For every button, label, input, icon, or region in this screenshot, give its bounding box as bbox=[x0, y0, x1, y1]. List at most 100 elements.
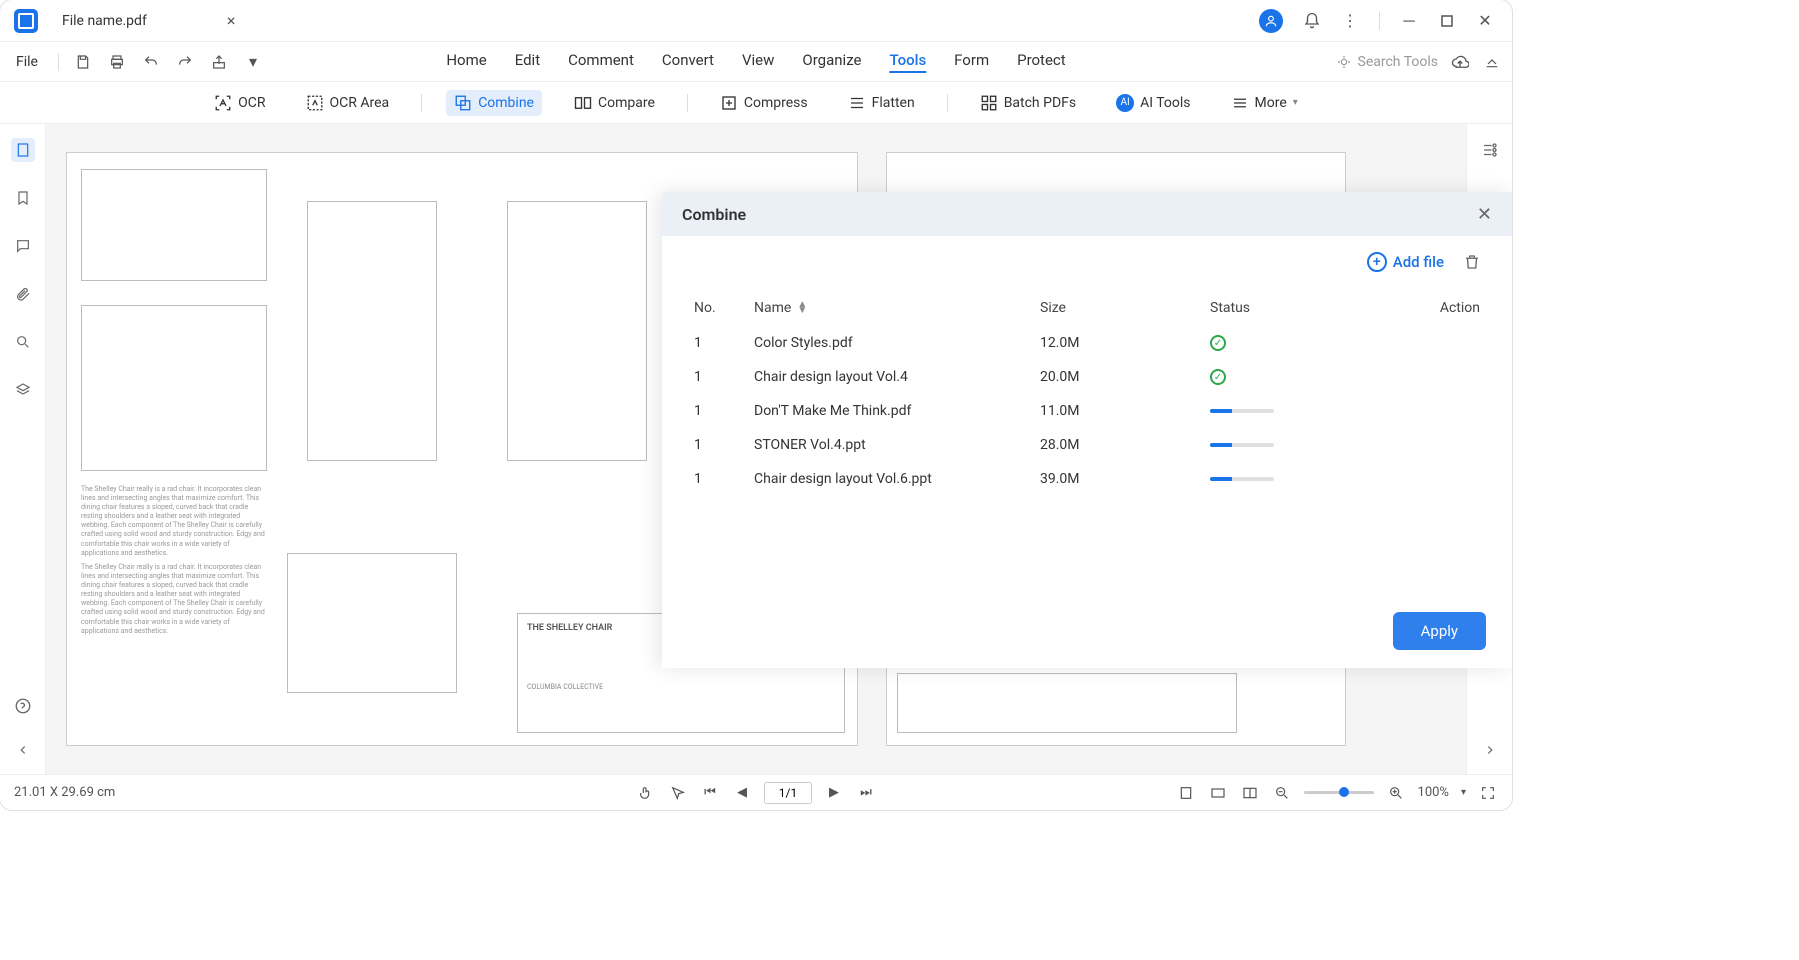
save-icon[interactable] bbox=[73, 52, 93, 72]
tab-edit[interactable]: Edit bbox=[515, 51, 540, 73]
comments-icon[interactable] bbox=[11, 234, 35, 258]
zoom-slider-thumb[interactable] bbox=[1339, 787, 1349, 797]
file-menu[interactable]: File bbox=[10, 54, 44, 70]
tab-protect[interactable]: Protect bbox=[1017, 51, 1066, 73]
cell-no: 1 bbox=[694, 471, 754, 487]
more-button[interactable]: More ▾ bbox=[1223, 90, 1306, 116]
document-tab[interactable]: File name.pdf × bbox=[50, 7, 247, 34]
more-icon bbox=[1231, 94, 1249, 112]
cell-status bbox=[1210, 477, 1410, 481]
collapse-ribbon-icon[interactable] bbox=[1482, 52, 1502, 72]
ocr-button[interactable]: OCR bbox=[206, 90, 273, 116]
first-page-icon[interactable]: ⏮ bbox=[700, 783, 720, 803]
ocr-area-button[interactable]: OCR Area bbox=[298, 90, 398, 116]
ai-tools-button[interactable]: AI AI Tools bbox=[1108, 90, 1198, 116]
delete-all-icon[interactable] bbox=[1460, 250, 1484, 274]
attachments-icon[interactable] bbox=[11, 282, 35, 306]
plus-circle-icon: + bbox=[1367, 252, 1387, 272]
close-tab-icon[interactable]: × bbox=[227, 11, 236, 30]
header-no: No. bbox=[694, 300, 754, 316]
cell-no: 1 bbox=[694, 369, 754, 385]
status-progress bbox=[1210, 409, 1274, 413]
cell-name: Color Styles.pdf bbox=[754, 335, 1040, 351]
tab-tools[interactable]: Tools bbox=[889, 51, 926, 73]
layers-icon[interactable] bbox=[11, 378, 35, 402]
table-row[interactable]: 1Chair design layout Vol.6.ppt39.0M bbox=[694, 462, 1480, 496]
dropdown-icon[interactable]: ▾ bbox=[243, 52, 263, 72]
apply-button[interactable]: Apply bbox=[1393, 612, 1486, 650]
fit-page-icon[interactable] bbox=[1208, 783, 1228, 803]
compare-button[interactable]: Compare bbox=[566, 90, 663, 116]
compare-icon bbox=[574, 94, 592, 112]
table-row[interactable]: 1Don'T Make Me Think.pdf11.0M bbox=[694, 394, 1480, 428]
cell-no: 1 bbox=[694, 335, 754, 351]
user-avatar-icon[interactable] bbox=[1259, 9, 1283, 33]
maximize-icon[interactable] bbox=[1438, 12, 1456, 30]
search-icon[interactable] bbox=[11, 330, 35, 354]
ocr-area-icon bbox=[306, 94, 324, 112]
more-menu-icon[interactable]: ⋮ bbox=[1341, 12, 1359, 30]
hand-tool-icon[interactable] bbox=[636, 783, 656, 803]
cell-name: Chair design layout Vol.6.ppt bbox=[754, 471, 1040, 487]
search-tools[interactable]: Search Tools bbox=[1336, 54, 1438, 70]
undo-icon[interactable] bbox=[141, 52, 161, 72]
prev-page-icon[interactable]: ◀ bbox=[732, 783, 752, 803]
tab-convert[interactable]: Convert bbox=[662, 51, 714, 73]
reading-mode-icon[interactable] bbox=[1240, 783, 1260, 803]
table-row[interactable]: 1STONER Vol.4.ppt28.0M bbox=[694, 428, 1480, 462]
tab-organize[interactable]: Organize bbox=[802, 51, 861, 73]
cloud-upload-icon[interactable] bbox=[1450, 52, 1470, 72]
next-page-icon[interactable]: ▶ bbox=[824, 783, 844, 803]
fit-width-icon[interactable] bbox=[1176, 783, 1196, 803]
add-file-button[interactable]: + Add file bbox=[1367, 252, 1444, 272]
table-row[interactable]: 1Chair design layout Vol.420.0M✓ bbox=[694, 360, 1480, 394]
header-size: Size bbox=[1040, 300, 1210, 316]
statusbar: 21.01 X 29.69 cm ⏮ ◀ ▶ ⏭ 100% ▾ bbox=[0, 774, 1512, 810]
zoom-slider[interactable] bbox=[1304, 791, 1374, 794]
status-ok-icon: ✓ bbox=[1210, 369, 1226, 385]
select-tool-icon[interactable] bbox=[668, 783, 688, 803]
flatten-icon bbox=[848, 94, 866, 112]
properties-icon[interactable] bbox=[1478, 138, 1502, 162]
collapse-left-icon[interactable] bbox=[11, 738, 35, 762]
tab-home[interactable]: Home bbox=[446, 51, 486, 73]
print-icon[interactable] bbox=[107, 52, 127, 72]
cell-no: 1 bbox=[694, 437, 754, 453]
thumbnails-icon[interactable] bbox=[11, 138, 35, 162]
notifications-icon[interactable] bbox=[1303, 12, 1321, 30]
flatten-button[interactable]: Flatten bbox=[840, 90, 923, 116]
zoom-in-icon[interactable] bbox=[1386, 783, 1406, 803]
sort-icon[interactable]: ▲▼ bbox=[797, 302, 807, 314]
redo-icon[interactable] bbox=[175, 52, 195, 72]
zoom-dropdown-icon[interactable]: ▾ bbox=[1461, 787, 1466, 798]
compress-button[interactable]: Compress bbox=[712, 90, 816, 116]
cell-size: 20.0M bbox=[1040, 369, 1210, 385]
page-input[interactable] bbox=[764, 782, 812, 804]
share-icon[interactable] bbox=[209, 52, 229, 72]
cell-status: ✓ bbox=[1210, 335, 1410, 351]
last-page-icon[interactable]: ⏭ bbox=[856, 783, 876, 803]
tab-view[interactable]: View bbox=[742, 51, 774, 73]
tab-form[interactable]: Form bbox=[954, 51, 989, 73]
fullscreen-icon[interactable] bbox=[1478, 783, 1498, 803]
batch-pdfs-button[interactable]: Batch PDFs bbox=[972, 90, 1084, 116]
cell-status bbox=[1210, 409, 1410, 413]
cell-name: Don'T Make Me Think.pdf bbox=[754, 403, 1040, 419]
tab-comment[interactable]: Comment bbox=[568, 51, 634, 73]
panel-title: Combine bbox=[682, 205, 746, 224]
panel-close-icon[interactable]: ✕ bbox=[1477, 204, 1492, 225]
zoom-out-icon[interactable] bbox=[1272, 783, 1292, 803]
help-icon[interactable] bbox=[11, 694, 35, 718]
ai-icon: AI bbox=[1116, 94, 1134, 112]
bookmarks-icon[interactable] bbox=[11, 186, 35, 210]
combine-button[interactable]: Combine bbox=[446, 90, 542, 116]
header-name[interactable]: Name ▲▼ bbox=[754, 300, 1040, 316]
titlebar: File name.pdf × ⋮ ─ ✕ bbox=[0, 0, 1512, 42]
cell-size: 11.0M bbox=[1040, 403, 1210, 419]
tab-filename: File name.pdf bbox=[62, 13, 147, 29]
minimize-icon[interactable]: ─ bbox=[1400, 12, 1418, 30]
close-window-icon[interactable]: ✕ bbox=[1476, 12, 1494, 30]
table-row[interactable]: 1Color Styles.pdf12.0M✓ bbox=[694, 326, 1480, 360]
collapse-right-icon[interactable] bbox=[1478, 738, 1502, 762]
status-ok-icon: ✓ bbox=[1210, 335, 1226, 351]
